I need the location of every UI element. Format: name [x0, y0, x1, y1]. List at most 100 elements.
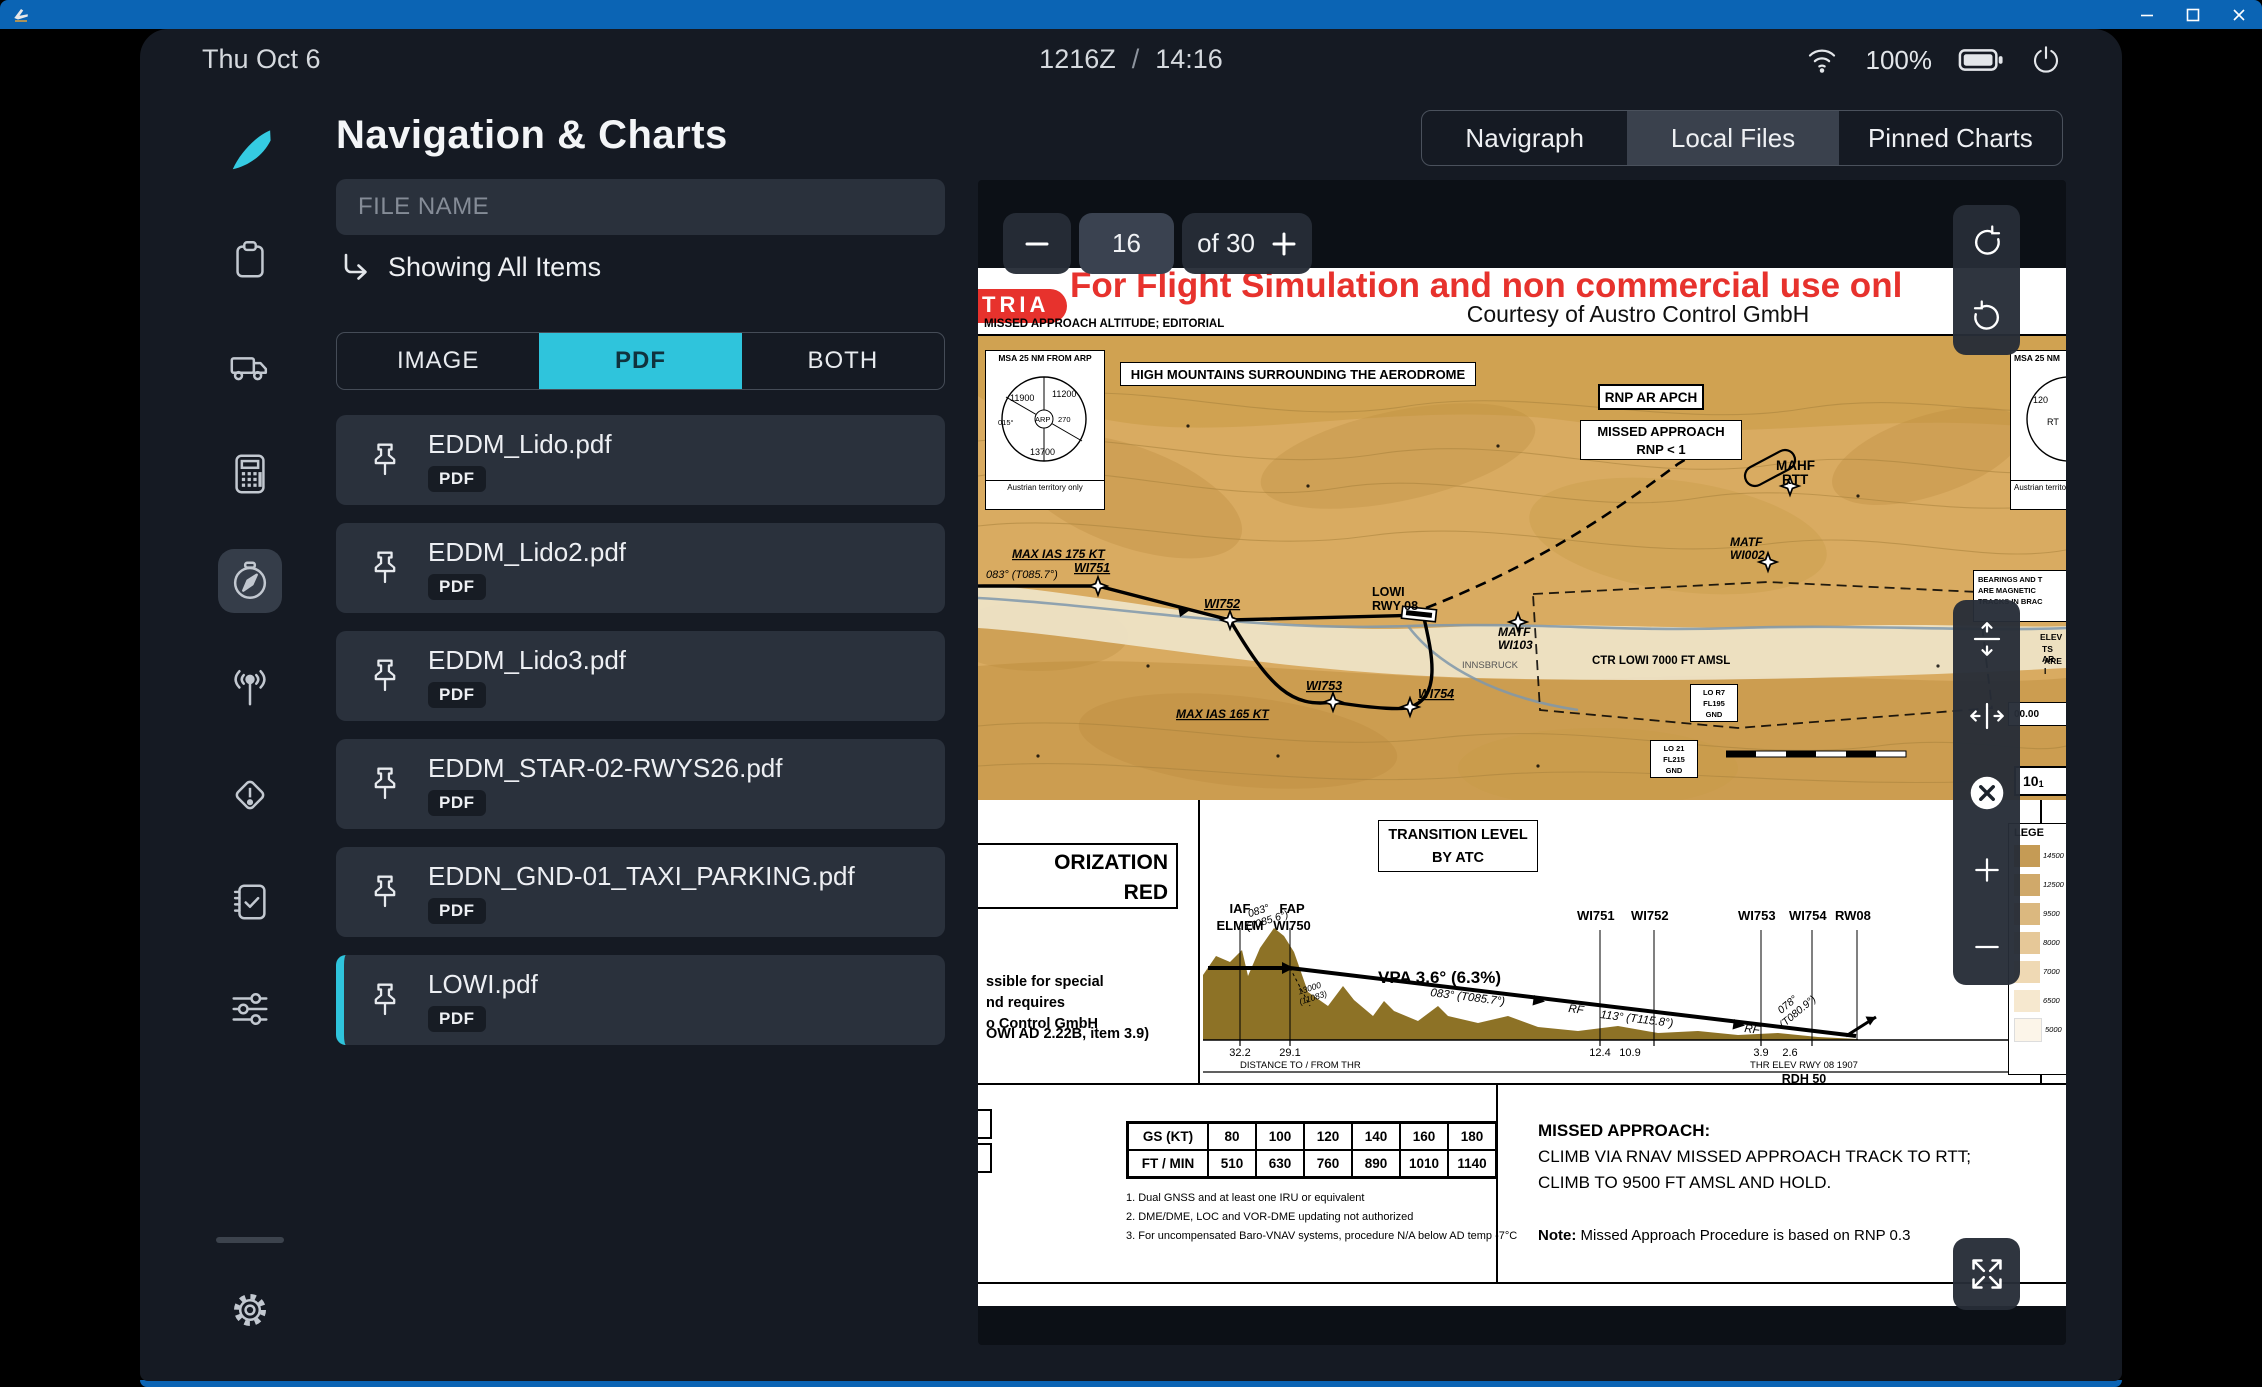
map-lowi: LOWI	[1372, 585, 1405, 599]
sidebar-divider	[216, 1237, 284, 1243]
groundspeed-table: GS (KT) 80 100 120 140 160 180 FT / MIN …	[1126, 1121, 1498, 1179]
zoom-in-button[interactable]	[1953, 831, 2020, 908]
tab-local-files[interactable]: Local Files	[1627, 111, 1839, 165]
fit-height-button[interactable]	[1953, 600, 2020, 677]
file-name: EDDN_GND-01_TAXI_PARKING.pdf	[428, 860, 855, 891]
msa-left-box: MSA 25 NM FROM ARP 11900 11200 13700 ARP…	[985, 350, 1105, 510]
battery-percent: 100%	[1865, 44, 1933, 75]
sidebar-item-calculator[interactable]	[227, 451, 273, 497]
map-course-label: 083° (T085.7°)	[986, 569, 1058, 581]
rdh-label: RDH 50	[1782, 1072, 1827, 1085]
note-3: 3. For uncompensated Baro-VNAV systems, …	[1126, 1230, 1518, 1242]
fullscreen-button[interactable]	[1953, 1238, 2020, 1310]
file-type-badge: PDF	[428, 1005, 486, 1032]
minimize-button[interactable]	[2124, 0, 2170, 29]
dist-2: 29.1	[1279, 1047, 1300, 1059]
gs-r3: 760	[1304, 1150, 1352, 1177]
return-arrow-icon	[344, 253, 367, 280]
close-button[interactable]	[2216, 0, 2262, 29]
elev-1: ELEV	[2040, 632, 2063, 642]
note-1: 1. Dual GNSS and at least one IRU or equ…	[1126, 1192, 1365, 1204]
file-item[interactable]: EDDM_Lido.pdf PDF	[336, 415, 945, 505]
zoom-out-button[interactable]	[1953, 908, 2020, 985]
file-name: EDDM_Lido.pdf	[428, 428, 612, 459]
sidebar-item-charts[interactable]	[227, 558, 273, 604]
filter-image[interactable]: IMAGE	[337, 333, 539, 389]
msa-right-v2: RT	[2047, 417, 2059, 427]
dist-5: 3.9	[1753, 1047, 1768, 1059]
sidebar-item-clipboard[interactable]	[227, 237, 273, 283]
missed-line-1: CLIMB VIA RNAV MISSED APPROACH TRACK TO …	[1538, 1147, 1971, 1166]
gs-r4: 890	[1352, 1150, 1400, 1177]
legend-v2: 9500	[2043, 909, 2060, 918]
gs-h4: 140	[1352, 1123, 1400, 1150]
editorial-text: MISSED APPROACH ALTITUDE; EDITORIAL	[984, 318, 1225, 330]
file-type-badge: PDF	[428, 573, 486, 600]
missed-line-2: CLIMB TO 9500 FT AMSL AND HOLD.	[1538, 1173, 1832, 1192]
maximize-button[interactable]	[2170, 0, 2216, 29]
file-type-badge: PDF	[428, 897, 486, 924]
sidebar-item-checklist[interactable]	[227, 879, 273, 925]
battery-icon	[1958, 49, 2003, 71]
clipped-box-1	[978, 1109, 992, 1139]
missed-note-text: Missed Approach Procedure is based on RN…	[1580, 1227, 1911, 1244]
pin-icon	[364, 979, 406, 1021]
rotate-cw-button[interactable]	[1953, 280, 2020, 355]
status-utc-time: 1216Z	[1039, 44, 1116, 74]
file-name: LOWI.pdf	[428, 968, 538, 999]
page-prev-button[interactable]	[1003, 213, 1071, 274]
map-wi751: WI751	[1074, 561, 1110, 575]
missed-rnp-2: RNP < 1	[1636, 442, 1686, 457]
chart-map: 083° (T085.7°) WI751 WI752 WI753 WI754 L…	[978, 334, 2066, 802]
file-item[interactable]: EDDM_STAR-02-RWYS26.pdf PDF	[336, 739, 945, 829]
rf1-label: RF	[1568, 1003, 1586, 1017]
tab-pinned-charts[interactable]: Pinned Charts	[1839, 111, 2062, 165]
search-input[interactable]	[336, 179, 945, 235]
page-next-button[interactable]	[1271, 231, 1297, 257]
file-type-badge: PDF	[428, 465, 486, 492]
lo-21-2: FL215	[1663, 755, 1685, 764]
lo-21-1: LO 21	[1663, 744, 1685, 753]
app-panel: Thu Oct 6 1216Z / 14:16 100% Navigation …	[140, 29, 2122, 1381]
legend-v6: 5000	[2045, 1025, 2062, 1034]
sidebar-item-gear[interactable]	[227, 1287, 273, 1333]
sidebar-item-ground-services[interactable]	[227, 344, 273, 390]
dist-3: 12.4	[1589, 1047, 1610, 1059]
pdf-viewer: For Flight Simulation and non commercial…	[978, 180, 2066, 1345]
window-titlebar	[0, 0, 2262, 29]
thr-elev: THR ELEV RWY 08 1907	[1750, 1060, 1858, 1071]
power-icon[interactable]	[2030, 44, 2062, 76]
page-title: Navigation & Charts	[336, 113, 728, 157]
legend-v4: 7000	[2043, 967, 2060, 976]
status-local-time: 14:16	[1155, 44, 1223, 74]
gs-r2: 630	[1256, 1150, 1304, 1177]
window-bottom-border	[140, 1380, 2122, 1387]
file-item[interactable]: EDDN_GND-01_TAXI_PARKING.pdf PDF	[336, 847, 945, 937]
filter-status-row: Showing All Items	[340, 251, 601, 283]
reset-zoom-button[interactable]	[1953, 754, 2020, 831]
file-item[interactable]: EDDM_Lido2.pdf PDF	[336, 523, 945, 613]
sidebar-item-settings-sliders[interactable]	[227, 986, 273, 1032]
file-item-selected[interactable]: LOWI.pdf PDF	[336, 955, 945, 1045]
msa-right-v1: 120	[2033, 395, 2048, 405]
clipped-box-2	[978, 1143, 992, 1173]
gs-r0: FT / MIN	[1128, 1150, 1208, 1177]
file-type-badge: PDF	[428, 681, 486, 708]
pin-icon	[364, 871, 406, 913]
pdf-page: For Flight Simulation and non commercial…	[978, 268, 2066, 1306]
file-item[interactable]: EDDM_Lido3.pdf PDF	[336, 631, 945, 721]
fit-width-button[interactable]	[1953, 677, 2020, 754]
lo-r7-3: GND	[1705, 710, 1723, 719]
page-number[interactable]: 16	[1079, 213, 1174, 274]
tab-navigraph[interactable]: Navigraph	[1422, 111, 1627, 165]
filter-both[interactable]: BOTH	[742, 333, 944, 389]
scale-bar	[1726, 750, 1907, 758]
rotate-ccw-button[interactable]	[1953, 205, 2020, 280]
filter-pdf[interactable]: PDF	[539, 333, 742, 389]
courtesy-text: Courtesy of Austro Control GmbH	[1466, 301, 1810, 327]
sidebar-item-radio[interactable]	[227, 665, 273, 711]
chart-notes: 1. Dual GNSS and at least one IRU or equ…	[1126, 1189, 1517, 1246]
sidebar-item-alerts[interactable]	[227, 772, 273, 818]
pin-icon	[364, 655, 406, 697]
file-type-badge: PDF	[428, 789, 486, 816]
